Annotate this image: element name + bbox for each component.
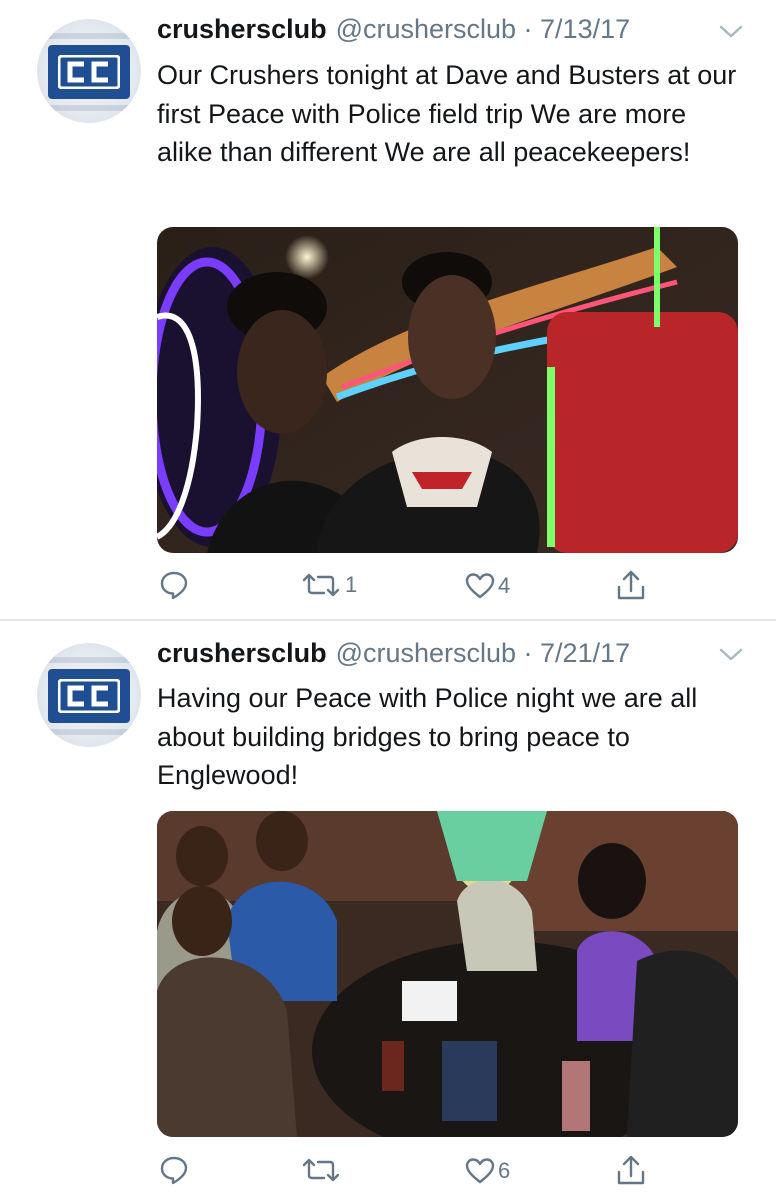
cc-logo-icon [58,679,120,713]
like-count: 6 [498,1158,511,1183]
tweet-text: Our Crushers tonight at Dave and Busters… [157,60,737,167]
tweet-text: Having our Peace with Police night we ar… [157,683,698,790]
retweet-count: 1 [345,572,358,597]
cc-logo-icon [58,55,120,89]
share-button[interactable] [616,568,646,602]
chevron-down-icon[interactable] [718,647,744,663]
tweet-header: crushersclub @crushersclub · 7/21/17 [157,638,630,674]
author-name[interactable]: crushersclub [157,14,327,45]
like-icon [465,573,495,599]
tweet-photo[interactable] [157,227,738,553]
tweet-actions: 6 [0,1151,776,1191]
photo-group-table [157,811,738,1137]
share-icon [617,570,645,600]
photo-arcade [157,227,738,553]
crushersclub-logo [48,45,130,99]
like-count: 4 [498,573,511,598]
retweet-icon [302,573,340,597]
handle-and-date[interactable]: @crushersclub · 7/21/17 [336,638,631,669]
like-button[interactable]: 6 [465,1157,510,1185]
like-icon [465,1158,495,1184]
avatar[interactable] [37,643,141,747]
retweet-icon [302,1158,340,1182]
share-icon [617,1155,645,1185]
retweet-button[interactable] [300,1157,345,1183]
reply-button[interactable] [160,570,188,600]
like-button[interactable]: 4 [465,572,510,600]
author-name[interactable]: crushersclub [157,638,327,669]
tweet-header: crushersclub @crushersclub · 7/13/17 [157,14,630,50]
reply-button[interactable] [160,1155,188,1185]
chevron-down-icon[interactable] [718,24,744,40]
tweet-divider [0,619,776,621]
reply-icon [160,1156,188,1185]
retweet-button[interactable]: 1 [300,572,357,598]
share-button[interactable] [616,1153,646,1187]
avatar[interactable] [37,19,141,123]
tweet-photo[interactable] [157,811,738,1137]
handle-and-date[interactable]: @crushersclub · 7/13/17 [336,14,631,45]
reply-icon [160,571,188,600]
tweet-actions: 1 4 [0,566,776,606]
crushersclub-logo [48,669,130,723]
